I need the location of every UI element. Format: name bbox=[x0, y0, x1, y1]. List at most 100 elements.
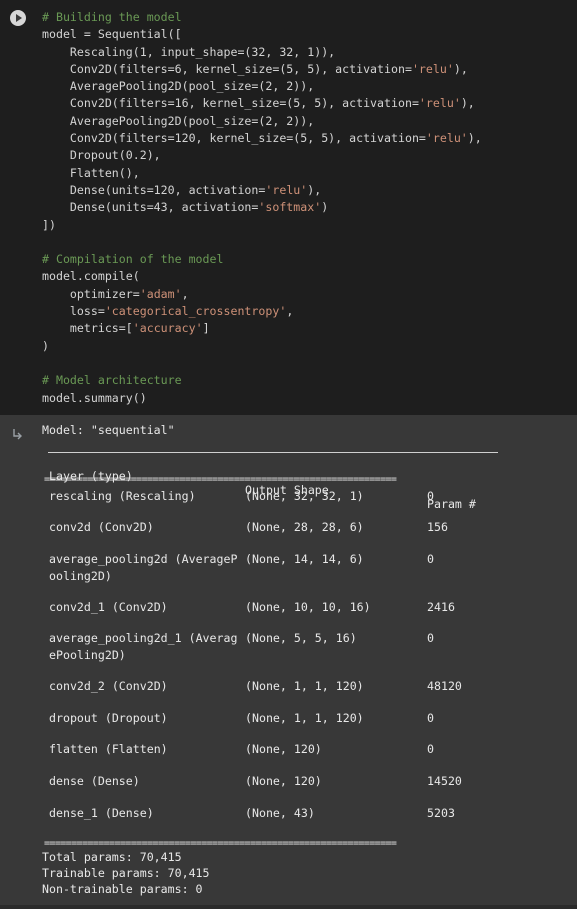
code-string: 'relu' bbox=[265, 182, 308, 197]
layer-name: flatten (Flatten) bbox=[49, 742, 168, 756]
param-count: 156 bbox=[427, 520, 448, 534]
code-token: AveragePooling2D(pool_size=(2, 2)), bbox=[42, 79, 315, 94]
param-count: 0 bbox=[427, 711, 434, 725]
code-string: 'adam' bbox=[139, 286, 182, 301]
code-token: , bbox=[286, 304, 294, 319]
code-line: Flatten(), bbox=[42, 165, 482, 182]
code-line: # Building the model bbox=[42, 9, 482, 26]
layer-name: conv2d (Conv2D) bbox=[49, 520, 154, 534]
output-shape: (None, 32, 32, 1) bbox=[245, 489, 364, 503]
code-line: Rescaling(1, input_shape=(32, 32, 1)), bbox=[42, 44, 482, 61]
param-count: 0 bbox=[427, 631, 434, 645]
code-line: model.summary() bbox=[42, 390, 482, 407]
code-line: Dense(units=120, activation='relu'), bbox=[42, 182, 482, 199]
code-token: metrics=[ bbox=[42, 321, 133, 336]
code-string: 'categorical_crossentropy' bbox=[104, 304, 287, 319]
code-line: Conv2D(filters=16, kernel_size=(5, 5), a… bbox=[42, 95, 482, 112]
code-string: 'relu' bbox=[425, 131, 468, 146]
total-params: Total params: 70,415 bbox=[42, 850, 182, 864]
output-shape: (None, 120) bbox=[245, 742, 322, 756]
code-token: , bbox=[181, 286, 189, 301]
code-line: # Compilation of the model bbox=[42, 251, 482, 268]
code-token: model.compile( bbox=[42, 269, 140, 284]
code-comment: # Building the model bbox=[42, 10, 182, 24]
code-line: Dense(units=43, activation='softmax') bbox=[42, 199, 482, 216]
output-shape: (None, 120) bbox=[245, 774, 322, 788]
layer-name: conv2d_2 (Conv2D) bbox=[49, 679, 168, 693]
code-cell[interactable]: # Building the model model = Sequential([… bbox=[0, 0, 577, 415]
code-line: ]) bbox=[42, 217, 482, 234]
param-count: 2416 bbox=[427, 600, 455, 614]
code-token: Conv2D(filters=6, kernel_size=(5, 5), ac… bbox=[42, 61, 412, 76]
code-token: ), bbox=[467, 131, 482, 146]
layer-name: dense_1 (Dense) bbox=[49, 806, 154, 820]
cell-output: Model: "sequential" Layer (type) Output … bbox=[0, 415, 577, 909]
model-title: Model: "sequential" bbox=[42, 423, 175, 437]
table-header: Layer (type) Output Shape Param # bbox=[0, 455, 476, 525]
non-trainable-params: Non-trainable params: 0 bbox=[42, 882, 203, 896]
code-token: ), bbox=[460, 96, 475, 111]
code-line: optimizer='adam', bbox=[42, 286, 482, 303]
code-line: Conv2D(filters=6, kernel_size=(5, 5), ac… bbox=[42, 61, 482, 78]
code-line: model = Sequential([ bbox=[42, 26, 482, 43]
output-shape: (None, 1, 1, 120) bbox=[245, 679, 364, 693]
code-token: Flatten(), bbox=[42, 165, 140, 180]
code-token: loss= bbox=[42, 304, 105, 319]
code-token: ), bbox=[307, 182, 322, 197]
code-comment: # Model architecture bbox=[42, 373, 182, 388]
code-token: AveragePooling2D(pool_size=(2, 2)), bbox=[42, 113, 315, 128]
param-count: 0 bbox=[427, 489, 434, 503]
layer-name: conv2d_1 (Conv2D) bbox=[49, 600, 168, 614]
code-token: ) bbox=[321, 200, 329, 215]
code-token: ) bbox=[42, 338, 49, 353]
header-separator: ========================================… bbox=[44, 476, 397, 484]
code-token: ]) bbox=[42, 217, 56, 232]
header-top-rule bbox=[48, 452, 498, 453]
code-line: AveragePooling2D(pool_size=(2, 2)), bbox=[42, 78, 482, 95]
code-comment: # Compilation of the model bbox=[42, 252, 224, 267]
code-token: Conv2D(filters=120, kernel_size=(5, 5), … bbox=[42, 131, 426, 146]
output-shape: (None, 43) bbox=[245, 806, 315, 820]
code-line: loss='categorical_crossentropy', bbox=[42, 303, 482, 320]
param-count: 48120 bbox=[427, 679, 462, 693]
code-token: ] bbox=[202, 321, 210, 336]
code-token: Conv2D(filters=16, kernel_size=(5, 5), a… bbox=[42, 96, 419, 111]
output-shape: (None, 1, 1, 120) bbox=[245, 711, 364, 725]
run-cell-button[interactable] bbox=[10, 10, 26, 26]
layer-name: average_pooling2d_1 (Averag ePooling2D) bbox=[49, 631, 238, 662]
output-shape: (None, 14, 14, 6) bbox=[245, 552, 364, 566]
code-line: ) bbox=[42, 338, 482, 355]
bottom-edge bbox=[0, 905, 577, 909]
code-token: Dense(units=43, activation= bbox=[42, 200, 259, 215]
param-count: 5203 bbox=[427, 806, 455, 820]
output-arrow-icon bbox=[13, 429, 22, 440]
code-line: metrics=['accuracy'] bbox=[42, 320, 482, 337]
code-string: 'relu' bbox=[411, 61, 454, 76]
code-line: # Model architecture bbox=[42, 372, 482, 389]
code-string: 'softmax' bbox=[258, 200, 322, 215]
layer-name: dense (Dense) bbox=[49, 774, 140, 788]
header-params: Param # bbox=[427, 497, 476, 511]
code-line: Dropout(0.2), bbox=[42, 147, 482, 164]
layer-name: rescaling (Rescaling) bbox=[49, 489, 196, 503]
code-token: ), bbox=[453, 61, 468, 76]
code-editor[interactable]: # Building the model model = Sequential([… bbox=[42, 9, 482, 407]
param-count: 0 bbox=[427, 552, 434, 566]
code-line: AveragePooling2D(pool_size=(2, 2)), bbox=[42, 113, 482, 130]
layer-name: average_pooling2d (AverageP ooling2D) bbox=[49, 552, 238, 583]
code-token: Dense(units=120, activation= bbox=[42, 182, 266, 197]
code-string: 'accuracy' bbox=[132, 321, 203, 336]
code-line: Conv2D(filters=120, kernel_size=(5, 5), … bbox=[42, 130, 482, 147]
layer-name: dropout (Dropout) bbox=[49, 711, 168, 725]
output-shape: (None, 10, 10, 16) bbox=[245, 600, 371, 614]
param-count: 14520 bbox=[427, 774, 462, 788]
footer-separator: ========================================… bbox=[44, 840, 397, 848]
code-token: Rescaling(1, input_shape=(32, 32, 1)), bbox=[42, 44, 336, 59]
code-token: optimizer= bbox=[42, 286, 140, 301]
code-token: model.summary() bbox=[42, 390, 147, 405]
code-line: model.compile( bbox=[42, 268, 482, 285]
output-shape: (None, 5, 5, 16) bbox=[245, 631, 357, 645]
trainable-params: Trainable params: 70,415 bbox=[42, 866, 210, 880]
